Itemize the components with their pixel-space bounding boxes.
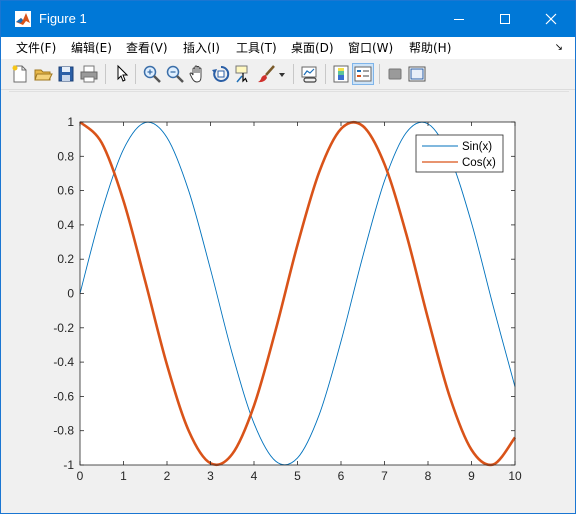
menu-bar: 文件(F) 编辑(E) 查看(V) 插入(I) 工具(T) 桌面(D) 窗口(W… bbox=[1, 37, 575, 59]
x-tick-label: 4 bbox=[251, 469, 258, 483]
data-cursor-icon[interactable] bbox=[234, 64, 254, 84]
axes-background bbox=[80, 122, 515, 465]
rotate-3d-icon[interactable] bbox=[211, 64, 231, 84]
toolbar-separator bbox=[325, 64, 326, 84]
y-tick-label: -0.6 bbox=[53, 389, 74, 403]
x-tick-label: 6 bbox=[338, 469, 345, 483]
x-tick-label: 8 bbox=[425, 469, 432, 483]
maximize-button[interactable] bbox=[482, 1, 528, 37]
line-plot[interactable]: 0 1 2 3 4 5 6 7 8 9 10 -1 -0.8 -0.6 -0.4 -0.2 0 0.2 0.4 0.6… bbox=[9, 92, 569, 509]
title-bar[interactable]: Figure 1 bbox=[1, 1, 575, 37]
pointer-icon[interactable] bbox=[112, 64, 132, 84]
new-figure-icon[interactable] bbox=[10, 64, 30, 84]
print-icon[interactable] bbox=[79, 64, 99, 84]
toolbar-separator bbox=[135, 64, 136, 84]
figure-window: Figure 1 文件(F) 编辑(E) 查看(V) 插入(I) 工具(T) 桌… bbox=[0, 0, 576, 514]
insert-colorbar-icon[interactable] bbox=[331, 64, 351, 84]
toolbar-separator bbox=[379, 64, 380, 84]
x-tick-label: 1 bbox=[120, 469, 127, 483]
menu-tools[interactable]: 工具(T) bbox=[236, 40, 277, 56]
toolbar bbox=[1, 59, 575, 90]
close-button[interactable] bbox=[528, 1, 574, 37]
window-title: Figure 1 bbox=[39, 11, 87, 26]
zoom-out-icon[interactable] bbox=[165, 64, 185, 84]
y-tick-label: 1 bbox=[67, 115, 74, 129]
y-tick-label: 0.6 bbox=[57, 184, 74, 198]
menu-file[interactable]: 文件(F) bbox=[16, 40, 56, 56]
x-tick-label: 7 bbox=[381, 469, 388, 483]
y-tick-label: 0.2 bbox=[57, 252, 74, 266]
y-tick-label: -1 bbox=[63, 458, 74, 472]
y-tick-label: -0.8 bbox=[53, 424, 74, 438]
x-tick-label: 3 bbox=[207, 469, 214, 483]
minimize-button[interactable] bbox=[436, 1, 482, 37]
menu-overflow-icon[interactable]: ↘ bbox=[555, 42, 563, 53]
x-tick-label: 9 bbox=[468, 469, 475, 483]
menu-window[interactable]: 窗口(W) bbox=[348, 40, 393, 56]
brush-icon[interactable] bbox=[257, 64, 277, 84]
x-tick-label: 2 bbox=[164, 469, 171, 483]
y-tick-label: -0.2 bbox=[53, 321, 74, 335]
zoom-in-icon[interactable] bbox=[142, 64, 162, 84]
save-icon[interactable] bbox=[56, 64, 76, 84]
toolbar-separator bbox=[105, 64, 106, 84]
figure-canvas[interactable]: 0 1 2 3 4 5 6 7 8 9 10 -1 -0.8 -0.6 -0.4 -0.2 0 0.2 0.4 0.6… bbox=[9, 91, 569, 509]
x-tick-label: 10 bbox=[508, 469, 522, 483]
show-plot-tools-icon[interactable] bbox=[407, 64, 427, 84]
pan-icon[interactable] bbox=[188, 64, 208, 84]
minimize-icon bbox=[454, 19, 464, 20]
hide-plot-tools-icon[interactable] bbox=[385, 64, 405, 84]
toolbar-separator bbox=[293, 64, 294, 84]
open-file-icon[interactable] bbox=[33, 64, 53, 84]
x-tick-label: 0 bbox=[77, 469, 84, 483]
brush-dropdown-icon[interactable] bbox=[277, 64, 287, 84]
legend-entry: Cos(x) bbox=[462, 157, 496, 169]
y-tick-label: -0.4 bbox=[53, 355, 74, 369]
insert-legend-button[interactable] bbox=[352, 63, 374, 85]
menu-edit[interactable]: 编辑(E) bbox=[71, 40, 112, 56]
menu-view[interactable]: 查看(V) bbox=[126, 40, 168, 56]
y-tick-label: 0.8 bbox=[57, 149, 74, 163]
matlab-logo-icon bbox=[15, 11, 31, 27]
y-tick-label: 0 bbox=[67, 287, 74, 301]
close-icon bbox=[545, 13, 557, 25]
link-plot-icon[interactable] bbox=[300, 64, 320, 84]
x-tick-label: 5 bbox=[294, 469, 301, 483]
insert-legend-icon bbox=[354, 66, 372, 82]
menu-help[interactable]: 帮助(H) bbox=[409, 40, 451, 56]
legend-entry: Sin(x) bbox=[462, 141, 492, 153]
menu-desktop[interactable]: 桌面(D) bbox=[291, 40, 334, 56]
menu-insert[interactable]: 插入(I) bbox=[183, 40, 220, 56]
maximize-icon bbox=[500, 14, 510, 24]
y-tick-label: 0.4 bbox=[57, 218, 74, 232]
